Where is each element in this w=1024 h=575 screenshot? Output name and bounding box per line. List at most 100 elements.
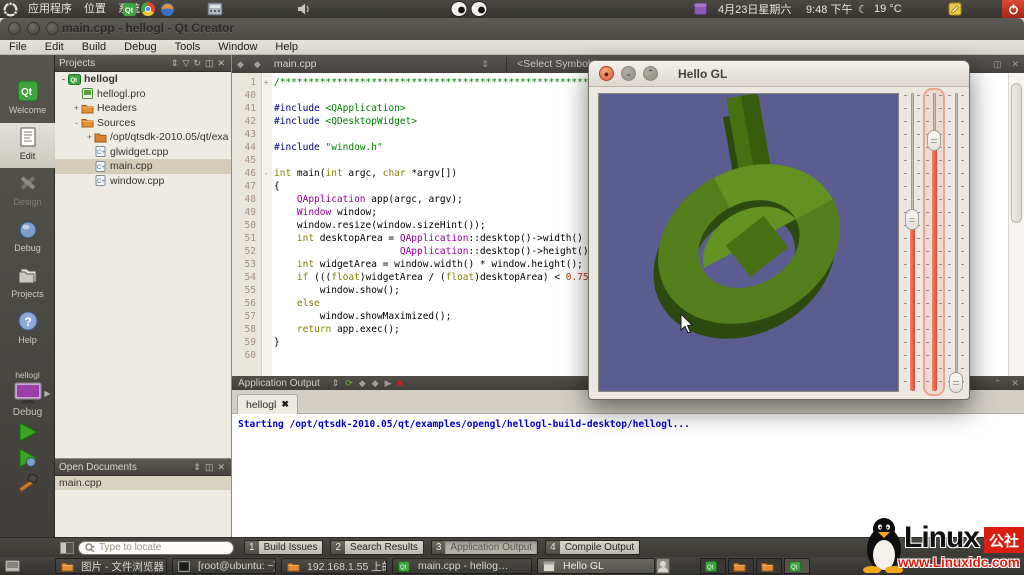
combo-arrows-icon[interactable]: ⇕ [332, 378, 340, 389]
ubuntu-logo-icon[interactable] [3, 0, 18, 18]
speaker-icon[interactable] [297, 0, 311, 18]
tree-item-glwidget.cpp[interactable]: C+ glwidget.cpp [55, 145, 231, 160]
tree-item-Headers[interactable]: + Headers [55, 101, 231, 116]
rerun-icon[interactable]: ⟳ [345, 378, 353, 389]
hellogl-window[interactable]: ● ⌄ ⌃ Hello GL [588, 60, 970, 400]
target-selector-icon[interactable]: ▶ [13, 382, 51, 406]
combo-arrows-icon[interactable]: ⇕ [191, 462, 203, 473]
tray-user-icon[interactable] [656, 557, 670, 575]
panel-clock-date[interactable]: 4月23日星期六 [712, 0, 797, 18]
chrome-launcher-icon[interactable] [141, 0, 155, 18]
go-back-icon[interactable]: ◆ [232, 59, 249, 70]
output-tab-hellogl[interactable]: hellogl ✖ [237, 394, 298, 414]
note-icon[interactable] [948, 0, 962, 18]
slider-handle[interactable] [905, 209, 919, 230]
close-tab-icon[interactable]: ✖ [281, 399, 289, 410]
qt-launcher-icon[interactable]: Qt [122, 0, 137, 18]
menu-file[interactable]: File [0, 41, 36, 53]
window-maximize-button[interactable] [46, 22, 59, 35]
locator-input[interactable]: Type to locate [78, 540, 234, 555]
panel-menu-应用程序[interactable]: 应用程序 [22, 0, 78, 18]
menu-edit[interactable]: Edit [36, 41, 73, 53]
expander-icon[interactable]: + [72, 103, 81, 113]
close-editor-icon[interactable]: ✕ [1006, 59, 1024, 70]
gl-slider-2[interactable] [923, 88, 945, 396]
mode-welcome[interactable]: Qt Welcome [0, 77, 55, 122]
workspace-cell-4[interactable]: Qt [784, 558, 810, 574]
output-button-build-issues[interactable]: 1 Build Issues [244, 540, 324, 555]
output-button-search-results[interactable]: 2 Search Results [330, 540, 424, 555]
sidebar-toggle-icon[interactable] [60, 541, 74, 554]
qtcreator-titlebar[interactable]: main.cpp - hellogl - Qt Creator [0, 18, 1024, 40]
expander-icon[interactable]: + [85, 132, 94, 142]
next-item-icon[interactable]: ◆ [372, 378, 379, 389]
workspace-cell-1[interactable]: Qt [700, 558, 726, 574]
taskbar-item-terminal[interactable]: [root@ubuntu: ~] [172, 558, 276, 574]
workspace-cell-3[interactable] [756, 558, 782, 574]
browser-globe-icon[interactable] [160, 0, 175, 18]
mode-debug[interactable]: Debug [0, 215, 55, 260]
slider-handle[interactable] [927, 130, 941, 151]
hellogl-close-button[interactable]: ● [599, 66, 614, 81]
mode-edit[interactable]: Edit [0, 123, 55, 168]
expander-icon[interactable]: - [59, 74, 68, 84]
target-expand-arrow-icon[interactable]: ▶ [44, 389, 50, 398]
slider-handle[interactable] [949, 372, 963, 393]
workspace-cell-2[interactable] [728, 558, 754, 574]
hellogl-maximize-button[interactable]: ⌃ [643, 66, 658, 81]
menu-window[interactable]: Window [209, 41, 266, 53]
tree-item-hellogl[interactable]: - Qt hellogl [55, 72, 231, 87]
go-forward-icon[interactable]: ◆ [249, 59, 266, 70]
taskbar-item-folder[interactable]: 图片 - 文件浏览器 [55, 558, 167, 574]
stop-icon[interactable]: ■ [398, 378, 403, 389]
window-minimize-button[interactable] [27, 22, 40, 35]
gl-slider-3[interactable] [948, 91, 964, 393]
split-icon[interactable]: ◫ [203, 58, 216, 69]
power-icon[interactable] [1002, 0, 1024, 18]
taskbar-item-qt[interactable]: Qt main.cpp - hellog… [392, 558, 532, 574]
window-selector-icon[interactable] [694, 0, 707, 18]
scrollbar-thumb[interactable] [1011, 83, 1022, 223]
open-file-combo[interactable]: main.cpp ⇕ [266, 58, 502, 70]
prev-item-icon[interactable]: ◆ [359, 378, 366, 389]
mode-help[interactable]: ? Help [0, 307, 55, 352]
split-editor-icon[interactable]: ◫ [988, 59, 1007, 70]
mode-projects[interactable]: Projects [0, 261, 55, 306]
expander-icon[interactable]: - [72, 118, 81, 128]
open-doc-main.cpp[interactable]: main.cpp [55, 476, 231, 490]
taskbar-item-folder[interactable]: 192.168.1.55 上的… [281, 558, 387, 574]
hellogl-titlebar[interactable]: ● ⌄ ⌃ Hello GL [589, 61, 969, 87]
tree-item-main.cpp[interactable]: C+ main.cpp [55, 159, 231, 174]
fold-marker-icon[interactable]: + [260, 76, 272, 89]
menu-debug[interactable]: Debug [115, 41, 165, 53]
tree-item-optqtsdk2010.05qtexa[interactable]: + /opt/qtsdk-2010.05/qt/exa [55, 130, 231, 145]
mode-design[interactable]: Design [0, 169, 55, 214]
maximize-output-icon[interactable]: ⌃ [989, 378, 1007, 389]
menu-build[interactable]: Build [73, 41, 115, 53]
opengl-viewport[interactable] [598, 92, 899, 392]
tree-item-hellogl.pro[interactable]: hellogl.pro [55, 87, 231, 102]
build-hammer-button[interactable] [0, 473, 55, 496]
combo-arrows-icon[interactable]: ⇕ [169, 58, 181, 69]
sync-icon[interactable]: ↻ [191, 58, 203, 69]
menu-tools[interactable]: Tools [166, 41, 210, 53]
close-icon[interactable]: ✕ [215, 462, 227, 473]
tree-item-Sources[interactable]: - Sources [55, 116, 231, 131]
run-button[interactable] [0, 422, 55, 444]
window-close-button[interactable] [8, 22, 21, 35]
debug-run-button[interactable] [0, 448, 55, 470]
menu-help[interactable]: Help [266, 41, 307, 53]
output-button-compile-output[interactable]: 4 Compile Output [545, 540, 641, 555]
close-output-icon[interactable]: ✕ [1006, 378, 1024, 389]
tree-item-window.cpp[interactable]: C+ window.cpp [55, 174, 231, 189]
split-icon[interactable]: ◫ [203, 462, 216, 473]
output-button-application-output[interactable]: 3 Application Output [430, 540, 539, 555]
panel-menu-位置[interactable]: 位置 [78, 0, 112, 18]
filter-icon[interactable]: ▽ [180, 58, 191, 69]
editor-scrollbar[interactable] [1008, 73, 1024, 376]
show-desktop-icon[interactable] [2, 559, 22, 573]
panel-clock-time[interactable]: 9:48 下午 [800, 0, 858, 18]
close-icon[interactable]: ✕ [215, 58, 227, 69]
application-output-body[interactable]: Starting /opt/qtsdk-2010.05/qt/examples/… [232, 414, 1024, 537]
gl-slider-1[interactable] [904, 91, 920, 393]
